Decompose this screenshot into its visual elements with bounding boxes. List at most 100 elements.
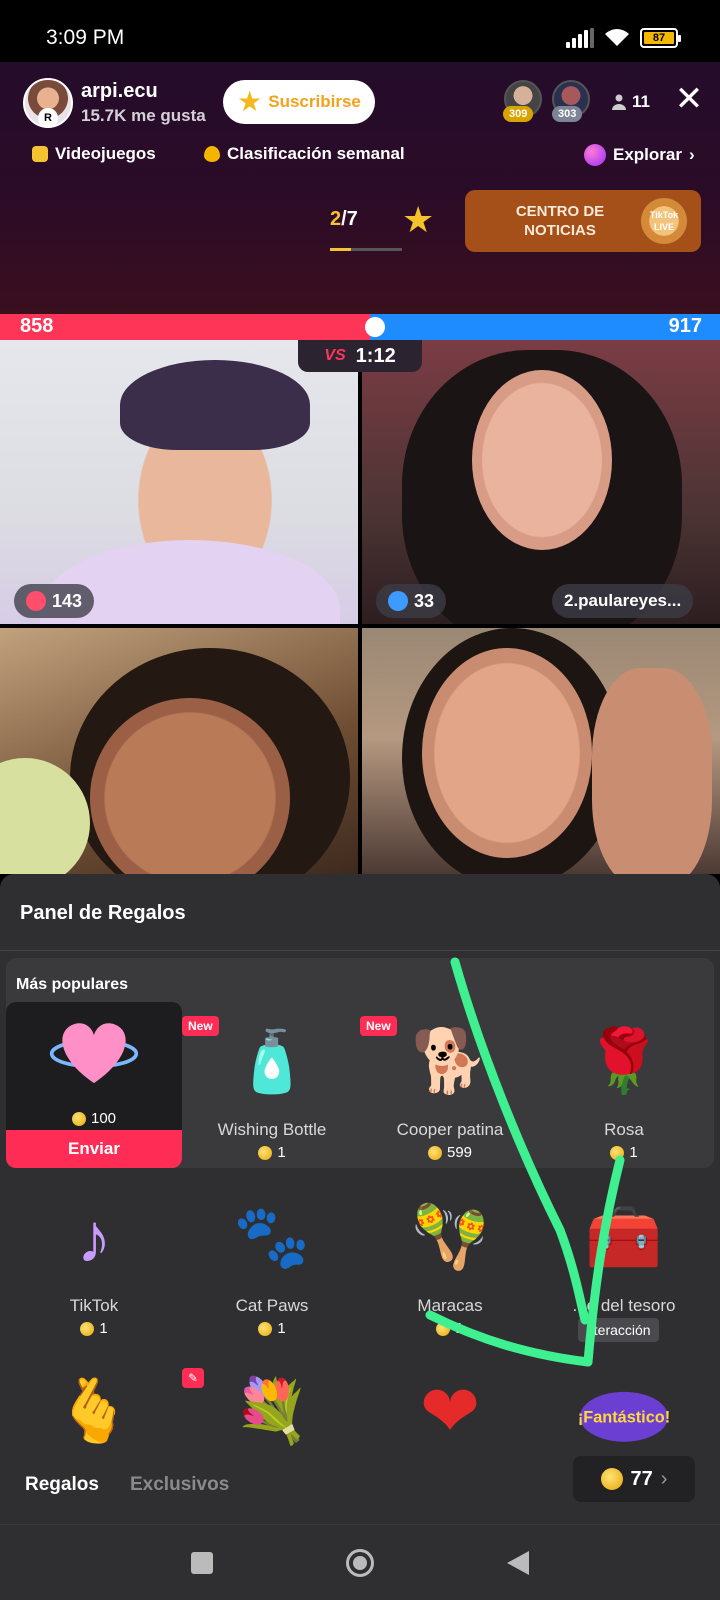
gift-name: Cooper patina bbox=[396, 1120, 504, 1139]
gift-cat-paws[interactable]: 🐾 Cat Paws 1 bbox=[184, 1192, 360, 1338]
coin-icon bbox=[427, 1145, 442, 1160]
gift-price-value: 599 bbox=[446, 1144, 473, 1161]
gift-treasure-chest[interactable]: 🧰 ...e del tesoro bbox=[536, 1192, 712, 1316]
heart-gift-icon bbox=[48, 1004, 140, 1096]
subscribe-label: Suscribirse bbox=[268, 92, 361, 111]
battle-timer: 1:12 bbox=[355, 344, 396, 367]
heart-icon: ❤ bbox=[419, 1372, 481, 1452]
tile-2-score-pill: 33 bbox=[376, 584, 447, 618]
live-header: R arpi.ecu 15.7K me gusta ★ Suscribirse … bbox=[0, 62, 720, 314]
ranking-chip[interactable]: Clasificación semanal bbox=[204, 144, 405, 164]
wishing-bottle-icon: 🧴 bbox=[234, 1028, 310, 1095]
gift-price: 100 bbox=[6, 1110, 182, 1127]
recent-apps-button[interactable] bbox=[184, 1545, 220, 1581]
streamer-face bbox=[422, 648, 592, 858]
gift-tiktok[interactable]: ♪ TikTok 1 bbox=[6, 1192, 182, 1337]
battle-score-bar: 858 917 bbox=[0, 314, 720, 340]
video-tile-3[interactable] bbox=[0, 628, 358, 874]
gift-flower[interactable]: 💐 bbox=[184, 1366, 360, 1458]
tiktok-live-logo: TikTok LIVE bbox=[641, 198, 687, 244]
corgi-icon: 🐕 bbox=[411, 1027, 489, 1096]
person-icon bbox=[612, 94, 626, 110]
gift-price: 1 bbox=[6, 1320, 182, 1337]
square-icon bbox=[191, 1552, 213, 1574]
coin-balance-value: 77 bbox=[630, 1467, 653, 1490]
top-viewer-rank: 309 bbox=[503, 106, 534, 122]
close-button[interactable]: ✕ bbox=[672, 82, 706, 118]
coin-icon bbox=[258, 1321, 273, 1336]
team-blue-bar: 917 bbox=[370, 314, 720, 340]
tile-1-score-pill: 143 bbox=[14, 584, 95, 618]
chevron-right-icon: › bbox=[688, 145, 695, 164]
gift-finger-heart[interactable]: 🫰 bbox=[6, 1366, 182, 1458]
signal-icon bbox=[566, 28, 594, 48]
gift-price-value: 1 bbox=[99, 1320, 108, 1337]
home-button[interactable] bbox=[342, 1545, 378, 1581]
fantastico-text: ¡Fantástico! bbox=[578, 1409, 670, 1427]
tab-exclusivos[interactable]: Exclusivos bbox=[130, 1474, 229, 1496]
send-button[interactable]: Enviar bbox=[6, 1130, 182, 1168]
gift-price-value: 100 bbox=[90, 1110, 117, 1127]
maracas-icon: 🪇 bbox=[411, 1203, 489, 1272]
page-progress-fill bbox=[330, 248, 351, 251]
tab-regalos[interactable]: Regalos bbox=[25, 1474, 99, 1496]
gamepad-icon bbox=[32, 146, 48, 162]
category-chip[interactable]: Videojuegos bbox=[32, 144, 156, 164]
host-avatar-badge: R bbox=[38, 108, 58, 128]
gift-price: 1 bbox=[536, 1144, 712, 1161]
back-button[interactable] bbox=[500, 1545, 536, 1581]
page-current: 2 bbox=[330, 208, 342, 230]
system-nav-bar bbox=[0, 1524, 720, 1600]
explore-chip[interactable]: Explorar › bbox=[584, 144, 695, 166]
coin-icon bbox=[80, 1321, 95, 1336]
video-tile-4[interactable] bbox=[362, 628, 720, 874]
coin-icon bbox=[71, 1111, 86, 1126]
coin-icon bbox=[600, 1468, 623, 1490]
gift-heart-me[interactable]: 100 bbox=[6, 1004, 182, 1127]
team-blue-score: 917 bbox=[668, 315, 702, 337]
tile-1-count: 143 bbox=[52, 590, 83, 611]
video-tile-2[interactable] bbox=[362, 340, 720, 624]
gift-fantastico[interactable]: ¡Fantástico! bbox=[536, 1366, 712, 1458]
top-viewer-rank: 303 bbox=[552, 106, 583, 122]
iris-flower-icon: 💐 bbox=[233, 1377, 311, 1446]
team-red-score: 858 bbox=[20, 315, 54, 337]
page-indicator[interactable]: 2/7 bbox=[330, 208, 358, 231]
ranking-label: Clasificación semanal bbox=[227, 144, 405, 163]
gift-name: Maracas bbox=[417, 1296, 483, 1315]
gift-price-value: 1 bbox=[277, 1320, 286, 1337]
coin-balance-button[interactable]: 77 › bbox=[573, 1456, 695, 1502]
gift-heart[interactable]: ❤ bbox=[362, 1366, 538, 1458]
news-center-title: CENTRO DE NOTICIAS bbox=[515, 203, 605, 239]
divider bbox=[0, 950, 720, 951]
viewer-count[interactable]: 11 bbox=[612, 92, 650, 112]
rose-icon: 🌹 bbox=[585, 1027, 663, 1096]
subscribe-button[interactable]: ★ Suscribirse bbox=[223, 80, 375, 124]
video-tile-1[interactable] bbox=[0, 340, 358, 624]
status-bar: 3:09 PM 87 bbox=[0, 0, 720, 62]
viewer-count-value: 11 bbox=[632, 92, 650, 111]
host-name[interactable]: arpi.ecu bbox=[81, 80, 158, 103]
wifi-icon bbox=[605, 29, 629, 46]
gift-cooper-patina[interactable]: 🐕 Cooper patina 599 bbox=[362, 1016, 538, 1162]
gift-name: Wishing Bottle bbox=[217, 1120, 327, 1139]
ranking-star-icon[interactable]: ★ bbox=[402, 202, 434, 238]
explore-label: Explorar bbox=[613, 145, 682, 164]
alarm-icon bbox=[26, 591, 46, 611]
host-likes: 15.7K me gusta bbox=[81, 106, 206, 125]
gift-price: 599 bbox=[362, 1144, 538, 1161]
tile-2-count: 33 bbox=[414, 590, 435, 611]
gift-maracas[interactable]: 🪇 Maracas 1 bbox=[362, 1192, 538, 1338]
alarm-icon bbox=[388, 591, 408, 611]
tile-2-username-pill[interactable]: 2.paulareyes... bbox=[552, 584, 694, 618]
gift-wishing-bottle[interactable]: 🧴 Wishing Bottle 1 bbox=[184, 1016, 360, 1162]
tiktok-note-icon: ♪ bbox=[76, 1199, 112, 1277]
vs-label: VS bbox=[324, 347, 346, 364]
status-time: 3:09 PM bbox=[46, 26, 125, 49]
news-center-card[interactable]: CENTRO DE NOTICIAS TikTok LIVE bbox=[465, 190, 701, 252]
gift-price-value: 1 bbox=[277, 1144, 286, 1161]
explore-icon bbox=[584, 144, 606, 166]
streamer-hair bbox=[120, 360, 310, 450]
gift-rosa[interactable]: 🌹 Rosa 1 bbox=[536, 1016, 712, 1162]
tile-2-username: 2.paulareyes... bbox=[564, 591, 682, 610]
